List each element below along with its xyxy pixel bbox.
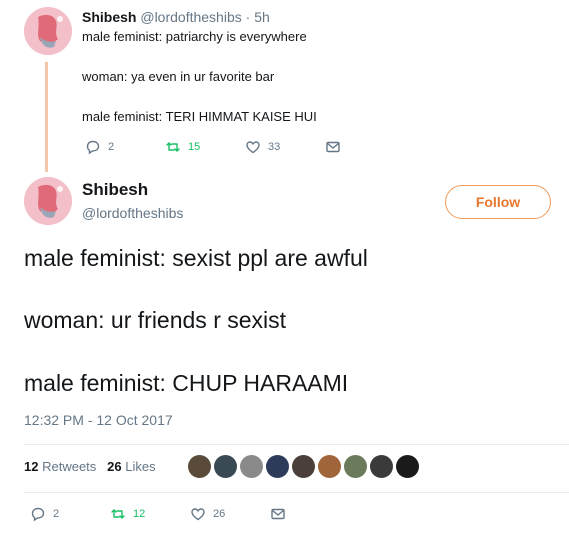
heart-icon [246, 141, 260, 154]
stats-divider-top [24, 444, 569, 445]
retweet-count: 12 [133, 508, 146, 520]
reply-time[interactable]: 5h [254, 9, 270, 25]
main-tweet-line-2: woman: ur friends r sexist [24, 307, 287, 333]
liker-avatars [188, 455, 419, 478]
reply-author-name[interactable]: Shibesh [82, 9, 136, 25]
main-tweet-line-1: male feminist: sexist ppl are awful [24, 245, 368, 271]
envelope-icon [326, 141, 340, 153]
retweet-icon [166, 142, 180, 152]
like-button[interactable]: 26 [190, 506, 270, 522]
like-button[interactable]: 33 [245, 139, 325, 155]
retweet-button[interactable]: 15 [165, 139, 245, 155]
liker-avatar[interactable] [344, 455, 367, 478]
main-tweet-actions: 2 12 26 [30, 506, 286, 522]
reply-avatar[interactable] [24, 7, 72, 55]
reply-tweet-line-1: male feminist: patriarchy is everywhere [82, 29, 307, 44]
heart-icon [191, 508, 205, 521]
reply-tweet-line-3: male feminist: TERI HIMMAT KAISE HUI [82, 109, 317, 124]
retweet-icon [111, 509, 125, 519]
likes-label[interactable]: Likes [125, 459, 155, 474]
reply-button[interactable]: 2 [85, 139, 165, 155]
retweets-label[interactable]: Retweets [42, 459, 96, 474]
liker-avatar[interactable] [240, 455, 263, 478]
main-tweet-line-3: male feminist: CHUP HARAAMI [24, 370, 349, 396]
reply-count: 2 [53, 508, 60, 520]
avatar-image [24, 177, 72, 225]
stats-divider-bottom [24, 492, 569, 493]
reply-icon [31, 507, 45, 522]
like-count: 33 [268, 141, 281, 153]
reply-tweet-line-2: woman: ya even in ur favorite bar [82, 69, 275, 84]
avatar-image [24, 7, 72, 55]
envelope-icon [271, 508, 285, 520]
reply-icon [86, 140, 100, 155]
reply-count: 2 [108, 141, 115, 153]
liker-avatar[interactable] [214, 455, 237, 478]
thread-connector-line [45, 62, 48, 172]
like-count: 26 [213, 508, 226, 520]
liker-avatar[interactable] [370, 455, 393, 478]
retweet-total[interactable]: 12 [24, 459, 38, 474]
liker-avatar[interactable] [266, 455, 289, 478]
retweet-button[interactable]: 12 [110, 506, 190, 522]
retweet-count: 15 [188, 141, 201, 153]
liker-avatar[interactable] [188, 455, 211, 478]
follow-button[interactable]: Follow [445, 185, 551, 219]
engagement-stats: 12 Retweets 26 Likes [24, 459, 156, 474]
liker-avatar[interactable] [396, 455, 419, 478]
direct-message-button[interactable] [325, 139, 341, 155]
reply-tweet-header: Shibesh @lordoftheshibs · 5h [82, 8, 270, 26]
main-author-name[interactable]: Shibesh [82, 180, 148, 200]
liker-avatar[interactable] [318, 455, 341, 478]
main-author-handle[interactable]: @lordoftheshibs [82, 204, 183, 222]
reply-button[interactable]: 2 [30, 506, 110, 522]
reply-separator: · [245, 9, 251, 25]
direct-message-button[interactable] [270, 506, 286, 522]
liker-avatar[interactable] [292, 455, 315, 478]
reply-tweet-actions: 2 15 33 [85, 139, 341, 155]
main-avatar[interactable] [24, 177, 72, 225]
like-total[interactable]: 26 [107, 459, 121, 474]
tweet-timestamp[interactable]: 12:32 PM - 12 Oct 2017 [24, 412, 173, 428]
reply-author-handle[interactable]: @lordoftheshibs [140, 9, 241, 25]
